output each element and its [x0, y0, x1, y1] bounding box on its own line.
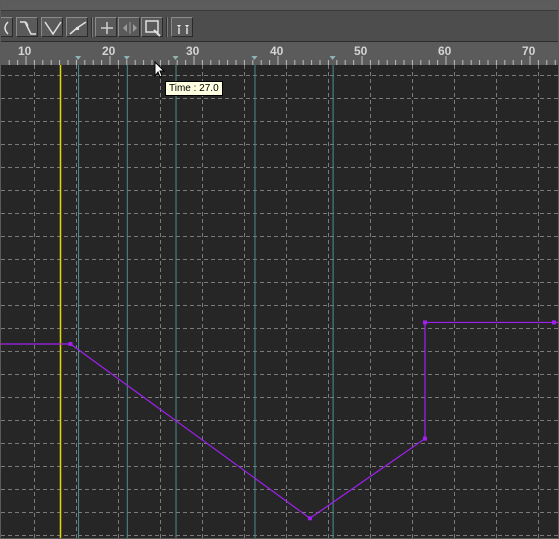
key-marker	[251, 56, 258, 60]
ruler-ticks	[8, 56, 556, 65]
key-marker	[75, 56, 82, 60]
move-horizontal-icon	[123, 22, 137, 34]
tangent-auto-icon	[20, 21, 36, 35]
key-marker	[172, 56, 179, 60]
curve-key	[423, 436, 427, 441]
key-marker	[123, 56, 130, 60]
mouse-cursor-icon	[154, 60, 165, 78]
time-tooltip: Time : 27.0	[165, 81, 223, 96]
add-key-icon	[101, 22, 113, 34]
toolbar	[1, 1, 558, 42]
curve-key	[552, 320, 556, 325]
tangent-smooth-icon	[4, 21, 9, 35]
tangent-linear-icon	[69, 21, 87, 35]
tangent-broken-icon	[44, 21, 62, 36]
toolbar-strip	[1, 1, 558, 11]
tangent-smooth-button[interactable]	[1, 17, 13, 37]
filter-button[interactable]	[171, 17, 193, 37]
curve-editor: 10 20 30 40 50 60 70 Time : 27.0	[0, 0, 559, 539]
curve-key	[68, 342, 73, 346]
curve-key	[423, 320, 427, 325]
time-ruler[interactable]: 10 20 30 40 50 60 70	[1, 42, 558, 65]
toolbar-separator	[166, 17, 168, 37]
graph-background	[1, 65, 558, 538]
key-marker	[329, 56, 336, 60]
tangent-linear-button[interactable]	[66, 17, 88, 37]
filter-icon	[177, 25, 189, 34]
curve-graph-area[interactable]	[1, 65, 558, 538]
move-horizontal-button[interactable]	[118, 17, 140, 37]
add-key-button[interactable]	[95, 17, 117, 37]
curve-key	[307, 516, 312, 521]
zoom-region-button[interactable]	[141, 17, 163, 37]
tangent-broken-button[interactable]	[41, 17, 63, 37]
toolbar-separator	[91, 17, 93, 37]
tangent-auto-button[interactable]	[16, 17, 38, 37]
zoom-region-icon	[145, 20, 161, 37]
